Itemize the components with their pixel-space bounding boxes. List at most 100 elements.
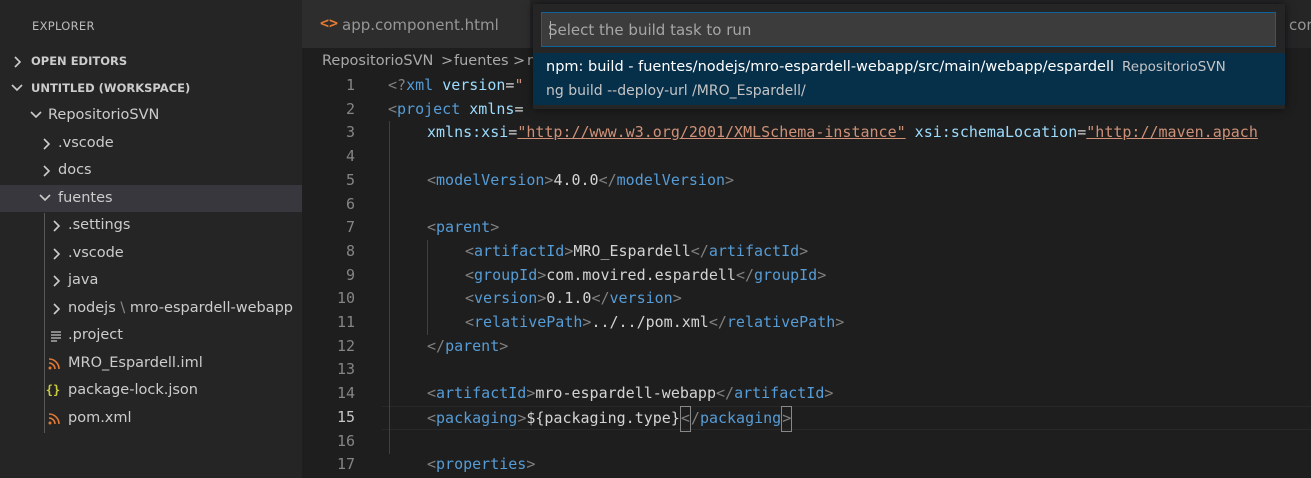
tree-item-fuentes[interactable]: fuentes bbox=[0, 184, 302, 212]
line-number: 5 bbox=[345, 170, 355, 189]
workspace-section[interactable]: UNTITLED (WORKSPACE) bbox=[0, 75, 302, 102]
quick-pick-input[interactable] bbox=[542, 13, 1275, 46]
tree-item-label: .project bbox=[68, 327, 123, 343]
code-token: " bbox=[514, 76, 524, 94]
chevron-right-icon bbox=[52, 267, 66, 294]
quick-pick-item[interactable]: npm: build - fuentes/nodejs/mro-espardel… bbox=[533, 53, 1285, 105]
quick-pick-item-detail: ng build --deploy-url /MRO_Espardell/ bbox=[546, 83, 806, 99]
code-token: mro-espardell-webapp bbox=[535, 384, 716, 403]
code-line: <groupId>com.movired.espardell</groupId> bbox=[465, 265, 827, 284]
line-number: 3 bbox=[345, 123, 355, 142]
code-token: <? bbox=[388, 76, 407, 94]
chevron-right-icon bbox=[42, 157, 56, 184]
line-number: 7 bbox=[345, 218, 355, 237]
code-token: = bbox=[514, 99, 524, 118]
tree-item-label-part1: nodejs bbox=[68, 299, 116, 316]
line-number: 9 bbox=[345, 265, 355, 284]
code-token: groupId bbox=[754, 265, 818, 284]
compact-folder-separator: \ bbox=[120, 299, 126, 316]
code-token: 0.1.0 bbox=[546, 289, 592, 308]
indent-guide bbox=[389, 121, 390, 454]
code-token: xmlns bbox=[469, 99, 515, 118]
tree-item-docs[interactable]: docs bbox=[0, 157, 302, 185]
quick-pick-item-title: npm: build - fuentes/nodejs/mro-espardel… bbox=[546, 59, 1114, 75]
code-token: relativePath bbox=[474, 313, 583, 331]
open-editors-section[interactable]: OPEN EDITORS bbox=[0, 48, 302, 75]
chevron-right-icon bbox=[42, 130, 56, 157]
code-token: artifactId bbox=[474, 241, 565, 260]
line-number: 17 bbox=[336, 455, 355, 474]
code-token: packaging bbox=[436, 408, 518, 427]
tree-item-settings[interactable]: .settings bbox=[0, 212, 302, 240]
chevron-down-icon bbox=[11, 75, 25, 102]
braces-icon: {} bbox=[45, 383, 61, 397]
chevron-right-icon bbox=[13, 48, 27, 75]
tree-item-project[interactable]: .project bbox=[0, 322, 302, 350]
code-line: </parent> bbox=[427, 336, 509, 355]
code-token: artifactId bbox=[436, 384, 527, 403]
breadcrumb-item[interactable]: RepositorioSVN bbox=[322, 53, 433, 69]
quick-pick-item-label: npm: build - fuentes/nodejs/mro-espardel… bbox=[546, 59, 1226, 75]
code-line: <version>0.1.0</version> bbox=[465, 289, 682, 308]
code-token: project bbox=[397, 99, 461, 118]
quick-pick-input-box[interactable] bbox=[541, 12, 1276, 47]
tab-app-component-html[interactable]: <> app.component.html bbox=[302, 0, 530, 48]
line-number: 1 bbox=[345, 76, 355, 94]
open-editors-label: OPEN EDITORS bbox=[31, 54, 128, 68]
chevron-down-icon bbox=[30, 102, 44, 129]
code-token: artifactId bbox=[708, 241, 800, 260]
tree-item-pom-xml[interactable]: pom.xml bbox=[0, 405, 302, 433]
code-line: <packaging>${packaging.type}</packaging> bbox=[427, 405, 793, 432]
code-line: <project xmlns= bbox=[388, 98, 523, 122]
tree-item-vscode[interactable]: .vscode bbox=[0, 130, 302, 158]
tree-item-mro-espardell-iml[interactable]: MRO_Espardell.iml bbox=[0, 350, 302, 378]
tree-item-repositoriosvn[interactable]: RepositorioSVN bbox=[0, 102, 302, 130]
code-line: <relativePath>../../pom.xml</relativePat… bbox=[465, 313, 845, 331]
line-number: 16 bbox=[336, 431, 355, 450]
code-token: xml bbox=[406, 76, 434, 94]
breadcrumb-item[interactable]: fuentes bbox=[454, 53, 509, 69]
tree-item-label-part2: mro-espardell-webapp bbox=[129, 299, 293, 316]
code-line: <modelVersion>4.0.0</modelVersion> bbox=[427, 170, 735, 189]
code-token: = bbox=[1077, 123, 1087, 142]
code-token: parent bbox=[445, 336, 500, 355]
rss-icon bbox=[46, 405, 62, 436]
tree-item-package-lock-json[interactable]: {} package-lock.json bbox=[0, 377, 302, 405]
tab-partial-label[interactable]: cor bbox=[1289, 16, 1311, 34]
tree-item-label: .vscode bbox=[58, 134, 114, 151]
quick-pick-item-description: RepositorioSVN bbox=[1122, 59, 1226, 75]
code-token: artifactId bbox=[734, 384, 825, 403]
code-token: properties bbox=[436, 455, 527, 474]
line-number: 11 bbox=[336, 313, 355, 331]
code-token: 4.0.0 bbox=[553, 170, 599, 189]
code-token: ../../pom.xml bbox=[591, 313, 709, 331]
chevron-right-icon bbox=[52, 240, 66, 267]
line-number: 10 bbox=[336, 289, 355, 308]
chevron-down-icon bbox=[39, 185, 53, 212]
code-line: <artifactId>mro-espardell-webapp</artifa… bbox=[427, 384, 834, 403]
code-token: "http://maven.apach bbox=[1086, 123, 1258, 142]
code-token: groupId bbox=[474, 265, 538, 284]
rss-icon bbox=[46, 350, 62, 381]
quick-pick-widget: npm: build - fuentes/nodejs/mro-espardel… bbox=[533, 4, 1285, 109]
explorer-sidebar: EXPLORER OPEN EDITORS UNTITLED (WORKSPAC… bbox=[0, 0, 302, 478]
code-token: xsi:schemaLocation bbox=[914, 123, 1078, 142]
lines-icon bbox=[48, 322, 64, 353]
code-token: parent bbox=[436, 218, 491, 237]
line-number: 13 bbox=[336, 360, 355, 379]
chevron-right-icon bbox=[52, 212, 66, 239]
tree-item-vscode-2[interactable]: .vscode bbox=[0, 240, 302, 268]
code-line: <properties> bbox=[427, 455, 536, 474]
code-token: xmlns:xsi bbox=[427, 123, 509, 142]
workspace-label: UNTITLED (WORKSPACE) bbox=[31, 81, 191, 95]
line-number: 15 bbox=[336, 407, 355, 426]
tree-item-nodejs[interactable]: nodejs \ mro-espardell-webapp bbox=[0, 295, 302, 323]
code-token: version bbox=[474, 289, 538, 308]
line-number: 14 bbox=[336, 384, 355, 403]
code-editor[interactable]: 1 2 3 4 5 6 7 8 9 10 11 12 13 14 15 16 1… bbox=[302, 74, 1311, 478]
line-number: 4 bbox=[345, 147, 355, 166]
tree-item-java[interactable]: java bbox=[0, 267, 302, 295]
